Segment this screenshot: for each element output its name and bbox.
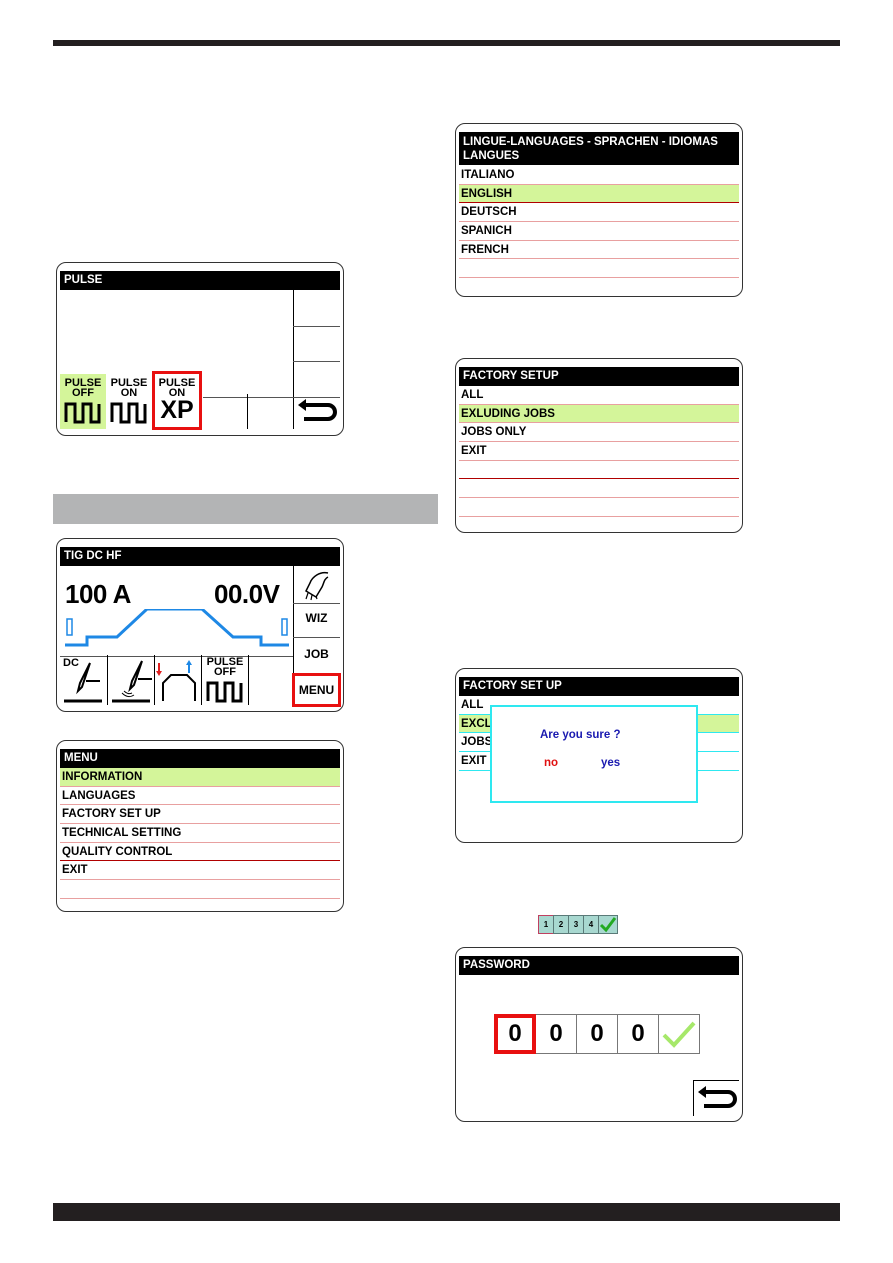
- divider: [293, 637, 340, 638]
- screen-title: FACTORY SET UP: [459, 677, 739, 696]
- password-screen: PASSWORD 0 0 0 0: [455, 947, 743, 1122]
- divider: [247, 394, 248, 429]
- hf-start-torch-icon: [112, 660, 152, 703]
- language-item-spanich[interactable]: SPANICH: [459, 222, 739, 241]
- screen-title: PULSE: [60, 271, 340, 290]
- keypad-legend: 1 2 3 4: [538, 915, 618, 934]
- wiz-button[interactable]: WIZ: [293, 611, 340, 625]
- language-item-english[interactable]: ENGLISH: [459, 184, 739, 204]
- current-readout: 100 A: [65, 579, 131, 609]
- page-header-bar: [53, 40, 840, 46]
- key-1: 1: [538, 915, 554, 934]
- language-item-italiano[interactable]: ITALIANO: [459, 166, 739, 185]
- pulse-off-option[interactable]: PULSE OFF: [60, 374, 106, 429]
- password-digit-4[interactable]: 0: [617, 1014, 659, 1054]
- section-heading-bar: [53, 494, 438, 524]
- checkmark-icon: [599, 917, 617, 933]
- divider: [293, 603, 340, 604]
- selection-frame: [152, 371, 202, 430]
- language-item-french[interactable]: FRENCH: [459, 241, 739, 260]
- password-digit-3[interactable]: 0: [576, 1014, 618, 1054]
- divider: [293, 361, 340, 362]
- screen-title: PASSWORD: [459, 956, 739, 975]
- factory-item-empty: [459, 461, 739, 480]
- return-arrow-icon: [298, 399, 337, 421]
- key-3: 3: [568, 915, 584, 934]
- ramp-mode-tile[interactable]: [155, 655, 201, 705]
- password-digits: 0 0 0 0: [494, 1014, 700, 1054]
- welding-cycle-waveform[interactable]: [63, 609, 293, 649]
- divider: [293, 326, 340, 327]
- factory-item-empty: [459, 498, 739, 517]
- screen-title: LINGUE-LANGUAGES - SPRACHEN - IDIOMAS LAN…: [459, 132, 739, 165]
- menu-list: INFORMATION LANGUAGES FACTORY SET UP TEC…: [60, 768, 340, 899]
- language-item-empty: [459, 259, 739, 279]
- pulse-off-tile[interactable]: PULSE OFF: [202, 655, 248, 705]
- tile-label: DC: [63, 657, 79, 669]
- pulse-wave-icon: [110, 402, 147, 424]
- key-confirm: [598, 915, 618, 934]
- factory-setup-list: ALL EXLUDING JOBS JOBS ONLY EXIT: [459, 386, 739, 517]
- password-confirm-button[interactable]: [658, 1014, 700, 1054]
- screen-title: FACTORY SETUP: [459, 367, 739, 386]
- back-button[interactable]: [693, 1080, 739, 1116]
- password-digit-1[interactable]: 0: [494, 1014, 536, 1054]
- factory-confirm-screen: FACTORY SET UP ALL EXCL JOBS EXIT Are yo…: [455, 668, 743, 843]
- languages-screen: LINGUE-LANGUAGES - SPRACHEN - IDIOMAS LAN…: [455, 123, 743, 297]
- factory-item-exit[interactable]: EXIT: [459, 442, 739, 461]
- tig-main-screen: TIG DC HF 100 A 00.0V WIZ JOB MENU DC PU…: [56, 538, 344, 712]
- menu-item-technical-setting[interactable]: TECHNICAL SETTING: [60, 824, 340, 843]
- key-4: 4: [583, 915, 599, 934]
- option-label: PULSE OFF: [64, 377, 102, 399]
- ramp-up-down-icon: [156, 660, 196, 701]
- checkmark-icon: [662, 1021, 696, 1048]
- menu-item-empty: [60, 880, 340, 899]
- menu-screen: MENU INFORMATION LANGUAGES FACTORY SET U…: [56, 740, 344, 912]
- language-list: ITALIANO ENGLISH DEUTSCH SPANICH FRENCH: [459, 166, 739, 279]
- yes-button[interactable]: yes: [601, 757, 620, 769]
- menu-item-languages[interactable]: LANGUAGES: [60, 787, 340, 806]
- gas-pre-flow-icon: [66, 618, 73, 636]
- screen-title: MENU: [60, 749, 340, 768]
- confirm-dialog: Are you sure ? no yes: [490, 705, 698, 803]
- selection-frame: [292, 673, 341, 707]
- password-digit-2[interactable]: 0: [535, 1014, 577, 1054]
- menu-item-information[interactable]: INFORMATION: [60, 768, 340, 787]
- menu-item-exit[interactable]: EXIT: [60, 861, 340, 881]
- dialog-question: Are you sure ?: [540, 729, 621, 741]
- option-label: PULSE ON: [110, 377, 148, 399]
- square-wave-icon: [64, 402, 101, 424]
- factory-item-all[interactable]: ALL: [459, 386, 739, 405]
- key-2: 2: [553, 915, 569, 934]
- no-button[interactable]: no: [544, 757, 558, 769]
- gas-post-flow-icon: [281, 618, 288, 636]
- back-button[interactable]: [294, 394, 340, 430]
- job-button[interactable]: JOB: [293, 647, 340, 661]
- language-item-deutsch[interactable]: DEUTSCH: [459, 203, 739, 223]
- factory-item-jobs-only[interactable]: JOBS ONLY: [459, 423, 739, 443]
- factory-item-empty: [459, 479, 739, 499]
- factory-setup-screen: FACTORY SETUP ALL EXLUDING JOBS JOBS ONL…: [455, 358, 743, 533]
- square-wave-icon: [206, 681, 243, 703]
- torch-button[interactable]: [293, 567, 340, 603]
- dc-mode-tile[interactable]: DC: [60, 655, 106, 705]
- factory-item-excluding-jobs[interactable]: EXLUDING JOBS: [459, 404, 739, 424]
- return-arrow-icon: [698, 1086, 737, 1108]
- pulse-screen: PULSE PULSE OFF PULSE ON PULSE ON XP: [56, 262, 344, 436]
- torch-icon: [304, 571, 328, 601]
- voltage-readout: 00.0V: [214, 579, 280, 609]
- page-footer-bar: [53, 1203, 840, 1221]
- divider: [248, 655, 249, 705]
- menu-item-factory-set-up[interactable]: FACTORY SET UP: [60, 805, 340, 825]
- pulse-on-option[interactable]: PULSE ON: [106, 374, 152, 429]
- screen-title: TIG DC HF: [60, 547, 340, 566]
- menu-item-quality-control[interactable]: QUALITY CONTROL: [60, 843, 340, 862]
- tile-label: PULSE OFF: [206, 656, 244, 678]
- hf-start-tile[interactable]: [108, 655, 154, 705]
